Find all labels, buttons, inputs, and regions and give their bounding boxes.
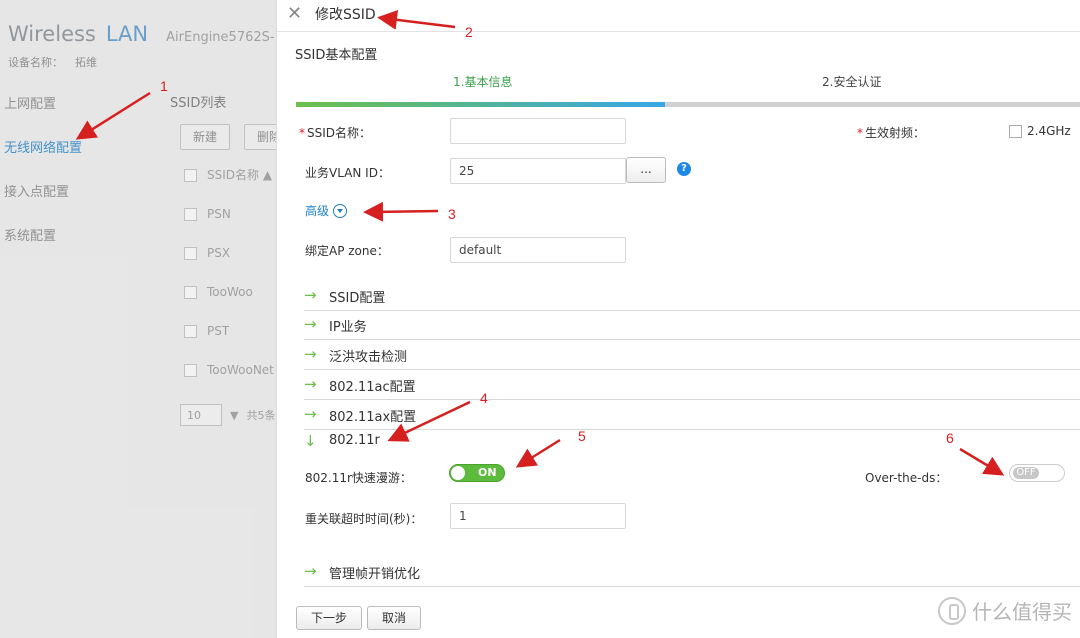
section-label: 管理帧开销优化 xyxy=(329,567,421,582)
annotation-number: 4 xyxy=(480,390,488,406)
ap-zone-input[interactable]: default xyxy=(450,237,626,263)
arrow-right-icon: → xyxy=(304,375,317,393)
section-mgmt-frame[interactable]: → 管理帧开销优化 xyxy=(304,557,1080,587)
reassoc-timeout-label: 重关联超时时间(秒)： xyxy=(305,512,423,526)
arrow-right-icon: → xyxy=(304,405,317,423)
annotation-number: 5 xyxy=(578,428,586,444)
watermark-logo-icon xyxy=(938,596,966,625)
arrow-right-icon: → xyxy=(304,315,317,333)
toggle-state: ON xyxy=(478,466,497,479)
section-label: 802.11r xyxy=(329,433,380,448)
help-icon[interactable]: ? xyxy=(677,162,691,176)
section-80211ac[interactable]: → 802.11ac配置 xyxy=(304,370,1080,400)
chevron-down-icon xyxy=(333,203,348,218)
close-icon[interactable]: ✕ xyxy=(287,3,302,25)
over-ds-toggle[interactable]: OFF xyxy=(1009,464,1065,482)
cancel-button[interactable]: 取消 xyxy=(367,606,422,630)
ssid-name-input[interactable] xyxy=(450,118,626,144)
reassoc-timeout-input[interactable]: 1 xyxy=(450,503,626,529)
edit-ssid-dialog: ✕ 修改SSID SSID基本配置 1.基本信息 2.安全认证 * SSID名称：… xyxy=(276,0,1080,638)
annotation-number: 1 xyxy=(160,78,168,94)
toggle-state: OFF xyxy=(1013,467,1039,479)
dialog-header: ✕ 修改SSID xyxy=(277,0,1080,32)
arrow-right-icon: → xyxy=(304,562,317,580)
band-2g-label: 2.4GHz xyxy=(1027,124,1071,138)
toggle-knob xyxy=(451,466,465,480)
dialog-title: 修改SSID xyxy=(315,7,376,23)
effective-band-label: * 生效射频： xyxy=(857,126,926,140)
required-mark: * xyxy=(299,126,305,140)
vlan-label: 业务VLAN ID： xyxy=(305,166,390,180)
annotation-number: 3 xyxy=(448,206,456,222)
band-2g-checkbox[interactable] xyxy=(1009,125,1022,138)
arrow-down-icon: ↓ xyxy=(304,432,317,450)
vlan-picker-button[interactable]: ... xyxy=(626,157,666,183)
section-ip-service[interactable]: → IP业务 xyxy=(304,310,1080,340)
wizard-progress xyxy=(296,102,1080,107)
section-flood-detection[interactable]: → 泛洪攻击检测 xyxy=(304,340,1080,370)
section-80211r[interactable]: ↓ 802.11r xyxy=(304,427,1080,456)
watermark-text: 什么值得买 xyxy=(972,600,1072,624)
step-security[interactable]: 2.安全认证 xyxy=(822,73,881,90)
over-ds-label: Over-the-ds： xyxy=(865,471,948,485)
advanced-toggle[interactable]: 高级 xyxy=(305,202,348,219)
section-80211ax[interactable]: → 802.11ax配置 xyxy=(304,400,1080,430)
fast-roaming-label: 802.11r快速漫游： xyxy=(305,471,412,485)
advanced-label: 高级 xyxy=(305,204,330,218)
ap-zone-label: 绑定AP zone： xyxy=(305,244,389,258)
section-label: 802.11ax配置 xyxy=(329,410,417,425)
section-label: 泛洪攻击检测 xyxy=(329,350,408,365)
annotation-number: 6 xyxy=(946,430,954,446)
annotation-number: 2 xyxy=(465,24,473,40)
section-label: IP业务 xyxy=(329,320,367,335)
required-mark: * xyxy=(857,126,863,140)
vlan-input[interactable]: 25 xyxy=(450,158,626,184)
wizard-progress-fill xyxy=(296,102,665,107)
step-basic-info[interactable]: 1.基本信息 xyxy=(453,73,512,90)
section-title: SSID基本配置 xyxy=(295,48,378,63)
arrow-right-icon: → xyxy=(304,286,317,304)
arrow-right-icon: → xyxy=(304,345,317,363)
watermark: 什么值得买 xyxy=(938,596,1072,625)
fast-roaming-toggle[interactable]: ON xyxy=(449,464,505,482)
section-label: SSID配置 xyxy=(329,291,386,306)
next-button[interactable]: 下一步 xyxy=(296,606,363,630)
section-ssid-config[interactable]: → SSID配置 xyxy=(304,281,1080,311)
section-label: 802.11ac配置 xyxy=(329,380,416,395)
ssid-name-label: * SSID名称： xyxy=(299,126,372,140)
